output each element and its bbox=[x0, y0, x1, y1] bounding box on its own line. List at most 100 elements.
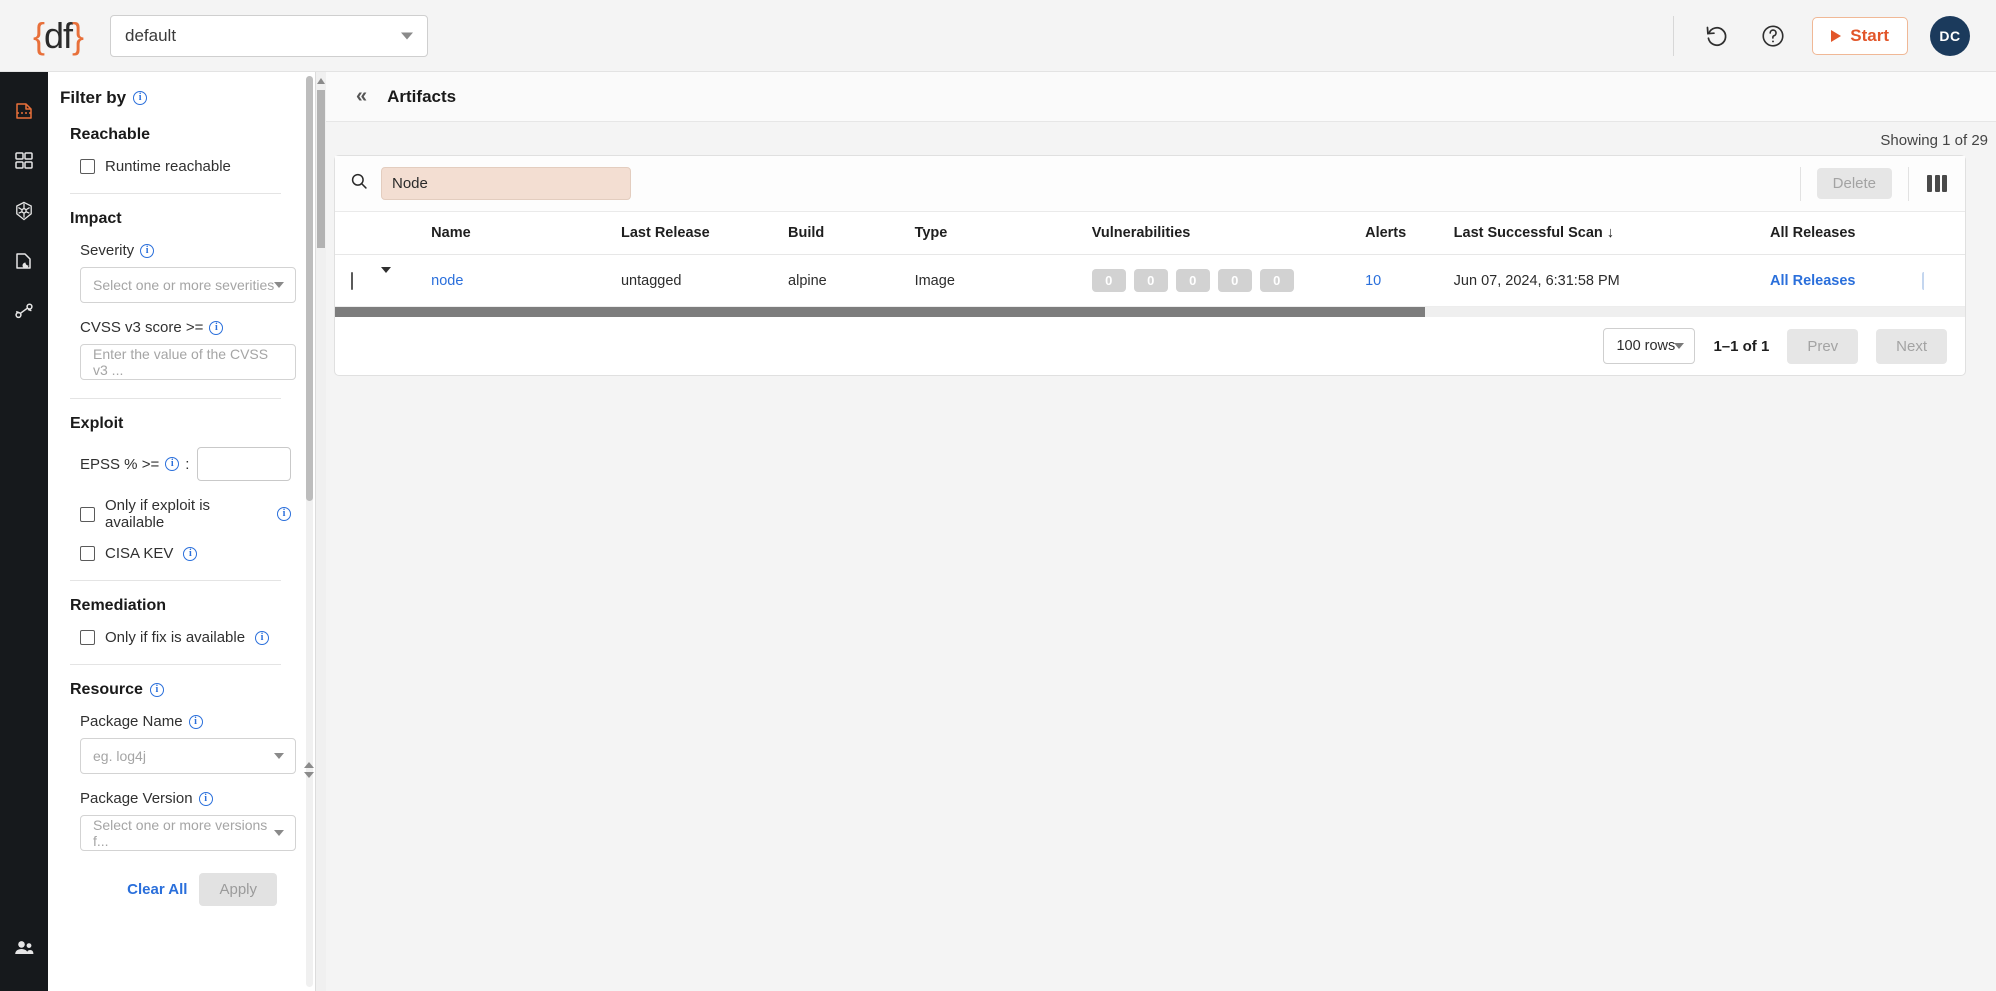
next-page-button[interactable]: Next bbox=[1876, 328, 1947, 364]
th-last-successful-scan-label: Last Successful Scan bbox=[1453, 225, 1603, 241]
status-badge[interactable]: 0 bbox=[1091, 269, 1126, 292]
table-horizontal-scrollbar-thumb[interactable] bbox=[335, 307, 1425, 317]
search-input[interactable]: Node bbox=[381, 167, 631, 200]
sidebar-item-registry[interactable] bbox=[0, 236, 48, 286]
cell-name[interactable]: node bbox=[431, 254, 621, 307]
checkbox-cisa-kev[interactable]: CISA KEV i bbox=[60, 545, 291, 562]
avatar[interactable]: DC bbox=[1930, 15, 1970, 56]
th-last-release[interactable]: Last Release bbox=[620, 212, 789, 255]
search-icon bbox=[349, 171, 369, 196]
status-badge[interactable]: 0 bbox=[1175, 269, 1210, 292]
checkbox-icon[interactable] bbox=[80, 506, 95, 522]
clear-all-button[interactable]: Clear All bbox=[127, 881, 187, 898]
th-type[interactable]: Type bbox=[914, 212, 1092, 255]
info-icon[interactable]: i bbox=[183, 546, 198, 561]
info-icon[interactable]: i bbox=[149, 683, 164, 697]
th-last-successful-scan[interactable]: Last Successful Scan ↓ bbox=[1453, 212, 1771, 255]
status-badge[interactable]: 0 bbox=[1259, 269, 1294, 292]
th-expand bbox=[380, 212, 432, 255]
remediation-heading: Remediation bbox=[70, 597, 167, 614]
info-icon[interactable]: i bbox=[209, 320, 224, 335]
th-alerts[interactable]: Alerts bbox=[1365, 212, 1454, 255]
sidebar-item-dashboard[interactable] bbox=[0, 136, 48, 186]
cell-alerts[interactable]: 10 bbox=[1365, 254, 1454, 307]
sidebar-item-scan-document[interactable] bbox=[0, 86, 48, 136]
package-name-placeholder: eg. log4j bbox=[93, 748, 146, 764]
top-bar-actions: Start DC bbox=[1673, 0, 1996, 71]
search-input-value: Node bbox=[392, 175, 428, 192]
divider bbox=[70, 398, 281, 399]
sidebar-item-users[interactable] bbox=[0, 923, 48, 973]
table-horizontal-scrollbar[interactable] bbox=[335, 307, 1965, 317]
status-badge[interactable]: 0 bbox=[1217, 269, 1252, 292]
severity-select[interactable]: Select one or more severities bbox=[80, 267, 296, 303]
chevron-down-icon[interactable] bbox=[380, 266, 391, 289]
resource-heading: Resource bbox=[70, 681, 143, 698]
info-icon[interactable]: i bbox=[277, 507, 291, 521]
cell-row-action[interactable] bbox=[1921, 254, 1965, 307]
row-expand-cell[interactable] bbox=[380, 254, 432, 307]
th-vulnerabilities[interactable]: Vulnerabilities bbox=[1091, 212, 1366, 255]
filter-scrollbar-thumb[interactable] bbox=[306, 76, 313, 501]
apply-button[interactable]: Apply bbox=[199, 873, 277, 906]
th-all-releases[interactable]: All Releases bbox=[1770, 212, 1922, 255]
main-scrollbar-track[interactable] bbox=[316, 72, 326, 991]
rows-per-page-value: 100 rows bbox=[1616, 338, 1676, 354]
main-scrollbar-thumb[interactable] bbox=[317, 90, 325, 248]
checkbox-fix-available[interactable]: Only if fix is available i bbox=[60, 629, 291, 646]
sidebar-item-topology[interactable] bbox=[0, 286, 48, 336]
info-icon[interactable]: i bbox=[188, 714, 203, 729]
checkbox-icon[interactable] bbox=[80, 546, 95, 561]
cell-all-releases[interactable]: All Releases bbox=[1770, 254, 1922, 307]
epss-input[interactable] bbox=[197, 447, 291, 481]
package-version-select[interactable]: Select one or more versions f... bbox=[80, 815, 296, 851]
info-icon[interactable]: i bbox=[140, 243, 155, 258]
artifact-name-link[interactable]: node bbox=[431, 273, 463, 289]
status-badge[interactable]: 0 bbox=[1133, 269, 1168, 292]
checkbox-runtime-reachable[interactable]: Runtime reachable bbox=[60, 158, 291, 175]
namespace-select[interactable]: default bbox=[110, 14, 428, 57]
severity-label: Severity i bbox=[60, 242, 291, 259]
delete-button[interactable]: Delete bbox=[1816, 168, 1892, 199]
filter-group-reachable: Reachable bbox=[60, 126, 291, 144]
checkbox-icon[interactable] bbox=[80, 630, 95, 645]
chevron-double-left-icon[interactable]: « bbox=[356, 85, 367, 108]
logo-text: df bbox=[43, 14, 73, 56]
th-build[interactable]: Build bbox=[788, 212, 915, 255]
help-circle-icon[interactable] bbox=[1756, 19, 1790, 53]
column-bar bbox=[1927, 175, 1932, 192]
info-icon[interactable]: i bbox=[198, 791, 213, 806]
cell-build: alpine bbox=[788, 254, 915, 307]
columns-icon[interactable] bbox=[1909, 175, 1965, 192]
info-icon[interactable]: i bbox=[165, 457, 180, 471]
row-checkbox-cell[interactable] bbox=[335, 254, 381, 307]
start-button[interactable]: Start bbox=[1812, 16, 1908, 55]
rows-per-page-select[interactable]: 100 rows bbox=[1603, 328, 1696, 364]
showing-count: Showing 1 of 29 bbox=[1880, 132, 1988, 149]
chevron-down-icon bbox=[1674, 343, 1685, 349]
refresh-icon[interactable] bbox=[1700, 19, 1734, 53]
package-name-select[interactable]: eg. log4j bbox=[80, 738, 296, 774]
info-icon[interactable]: i bbox=[255, 630, 270, 645]
epss-suffix: : bbox=[185, 455, 190, 473]
all-releases-link[interactable]: All Releases bbox=[1770, 273, 1855, 289]
app-logo[interactable]: {df} bbox=[8, 15, 108, 57]
row-action-button[interactable] bbox=[1921, 271, 1924, 290]
info-icon[interactable]: i bbox=[133, 91, 148, 105]
alerts-link[interactable]: 10 bbox=[1365, 273, 1381, 289]
th-name[interactable]: Name bbox=[431, 212, 621, 255]
scroll-up-arrow-icon[interactable] bbox=[304, 762, 314, 768]
left-nav-rail bbox=[0, 72, 48, 991]
checkbox-exploit-available[interactable]: Only if exploit is available i bbox=[60, 497, 291, 531]
table-row[interactable]: node untagged alpine Image 0 0 0 0 0 10 … bbox=[335, 254, 1965, 307]
namespace-value: default bbox=[125, 25, 177, 45]
checkbox-icon[interactable] bbox=[80, 159, 95, 174]
prev-page-button[interactable]: Prev bbox=[1787, 328, 1859, 364]
scroll-down-arrow-icon[interactable] bbox=[304, 772, 314, 778]
sidebar-item-kubernetes[interactable] bbox=[0, 186, 48, 236]
table-toolbar: Node Delete bbox=[335, 156, 1965, 212]
filter-panel-inner: Filter by i Reachable Runtime reachable … bbox=[48, 88, 315, 924]
cvss-input[interactable]: Enter the value of the CVSS v3 ... bbox=[80, 344, 296, 380]
checkbox-icon[interactable] bbox=[351, 271, 353, 290]
scroll-up-arrow-icon[interactable] bbox=[317, 78, 325, 84]
